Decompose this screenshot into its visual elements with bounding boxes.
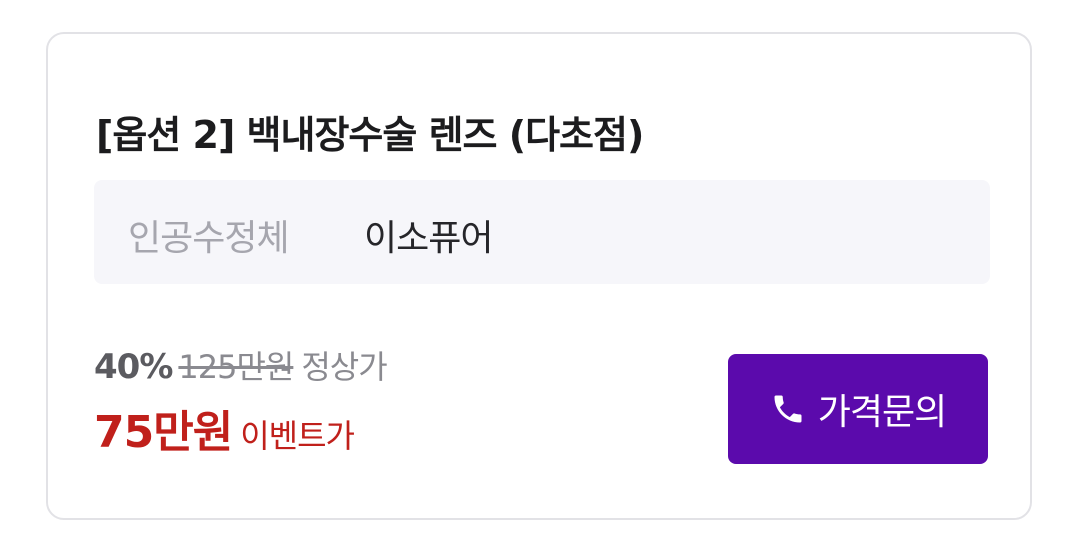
discount-rate: 40% [94,347,173,387]
spec-value: 이소퓨어 [364,218,493,259]
product-option-card: [옵션 2] 백내장수술 렌즈 (다초점) 인공수정체 이소퓨어 40% 125만… [46,32,1032,520]
event-price-label: 이벤트가 [240,417,355,455]
original-price: 125만원 [178,348,294,386]
regular-price-row: 40% 125만원 정상가 [94,342,388,388]
option-title: [옵션 2] 백내장수술 렌즈 (다초점) [96,113,644,157]
regular-price-label: 정상가 [301,348,387,386]
spec-box: 인공수정체 이소퓨어 [94,180,990,284]
event-price: 75만원 [94,407,233,458]
spec-label: 인공수정체 [128,218,290,259]
event-price-row: 75만원 이벤트가 [94,396,355,460]
price-inquiry-label: 가격문의 [817,392,947,433]
phone-icon [770,391,806,427]
price-inquiry-button[interactable]: 가격문의 [728,354,988,464]
